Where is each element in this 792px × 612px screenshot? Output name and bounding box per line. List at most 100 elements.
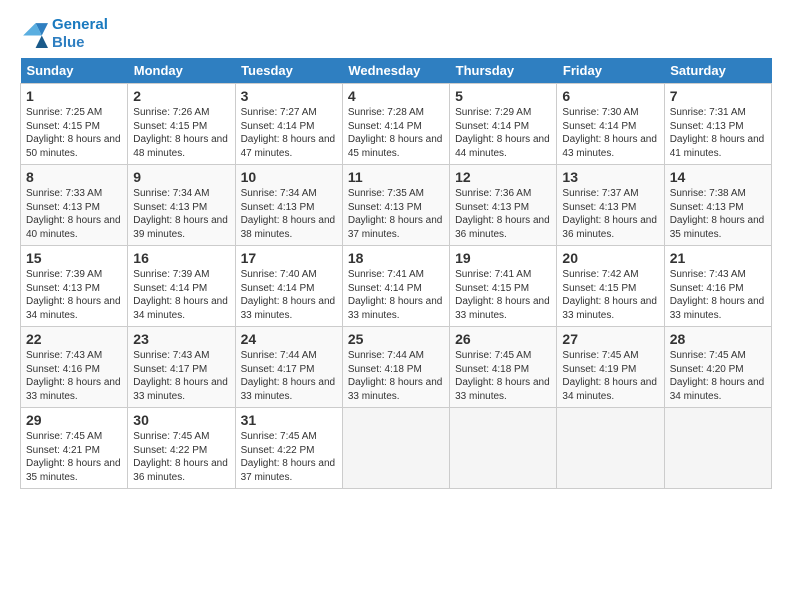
day-cell: 11 Sunrise: 7:35 AMSunset: 4:13 PMDaylig… (342, 165, 449, 246)
cell-content: Sunrise: 7:41 AMSunset: 4:15 PMDaylight:… (455, 269, 550, 321)
cell-content: Sunrise: 7:45 AMSunset: 4:22 PMDaylight:… (133, 431, 228, 483)
cell-content: Sunrise: 7:26 AMSunset: 4:15 PMDaylight:… (133, 107, 228, 159)
cell-content: Sunrise: 7:34 AMSunset: 4:13 PMDaylight:… (241, 188, 336, 240)
empty-cell (557, 408, 664, 489)
day-cell: 23 Sunrise: 7:43 AMSunset: 4:17 PMDaylig… (128, 327, 235, 408)
day-number: 6 (562, 88, 658, 104)
col-saturday: Saturday (664, 58, 771, 84)
cell-content: Sunrise: 7:27 AMSunset: 4:14 PMDaylight:… (241, 107, 336, 159)
day-cell: 10 Sunrise: 7:34 AMSunset: 4:13 PMDaylig… (235, 165, 342, 246)
day-number: 24 (241, 331, 337, 347)
day-cell: 16 Sunrise: 7:39 AMSunset: 4:14 PMDaylig… (128, 246, 235, 327)
day-cell: 21 Sunrise: 7:43 AMSunset: 4:16 PMDaylig… (664, 246, 771, 327)
day-cell: 19 Sunrise: 7:41 AMSunset: 4:15 PMDaylig… (450, 246, 557, 327)
cell-content: Sunrise: 7:30 AMSunset: 4:14 PMDaylight:… (562, 107, 657, 159)
calendar-table: Sunday Monday Tuesday Wednesday Thursday… (20, 58, 772, 489)
cell-content: Sunrise: 7:45 AMSunset: 4:22 PMDaylight:… (241, 431, 336, 483)
day-number: 25 (348, 331, 444, 347)
day-number: 10 (241, 169, 337, 185)
day-cell: 25 Sunrise: 7:44 AMSunset: 4:18 PMDaylig… (342, 327, 449, 408)
cell-content: Sunrise: 7:38 AMSunset: 4:13 PMDaylight:… (670, 188, 765, 240)
cell-content: Sunrise: 7:31 AMSunset: 4:13 PMDaylight:… (670, 107, 765, 159)
day-number: 4 (348, 88, 444, 104)
day-cell: 7 Sunrise: 7:31 AMSunset: 4:13 PMDayligh… (664, 84, 771, 165)
cell-content: Sunrise: 7:45 AMSunset: 4:19 PMDaylight:… (562, 350, 657, 402)
day-cell: 26 Sunrise: 7:45 AMSunset: 4:18 PMDaylig… (450, 327, 557, 408)
day-number: 31 (241, 412, 337, 428)
day-number: 9 (133, 169, 229, 185)
cell-content: Sunrise: 7:45 AMSunset: 4:18 PMDaylight:… (455, 350, 550, 402)
day-cell: 20 Sunrise: 7:42 AMSunset: 4:15 PMDaylig… (557, 246, 664, 327)
cell-content: Sunrise: 7:33 AMSunset: 4:13 PMDaylight:… (26, 188, 121, 240)
week-row: 1 Sunrise: 7:25 AMSunset: 4:15 PMDayligh… (21, 84, 772, 165)
empty-cell (664, 408, 771, 489)
empty-cell (450, 408, 557, 489)
cell-content: Sunrise: 7:43 AMSunset: 4:17 PMDaylight:… (133, 350, 228, 402)
day-number: 19 (455, 250, 551, 266)
day-number: 16 (133, 250, 229, 266)
week-row: 8 Sunrise: 7:33 AMSunset: 4:13 PMDayligh… (21, 165, 772, 246)
day-number: 21 (670, 250, 766, 266)
cell-content: Sunrise: 7:39 AMSunset: 4:14 PMDaylight:… (133, 269, 228, 321)
day-number: 15 (26, 250, 122, 266)
cell-content: Sunrise: 7:34 AMSunset: 4:13 PMDaylight:… (133, 188, 228, 240)
logo-icon (20, 20, 48, 48)
empty-cell (342, 408, 449, 489)
cell-content: Sunrise: 7:45 AMSunset: 4:20 PMDaylight:… (670, 350, 765, 402)
day-cell: 24 Sunrise: 7:44 AMSunset: 4:17 PMDaylig… (235, 327, 342, 408)
cell-content: Sunrise: 7:43 AMSunset: 4:16 PMDaylight:… (670, 269, 765, 321)
col-friday: Friday (557, 58, 664, 84)
day-number: 5 (455, 88, 551, 104)
cell-content: Sunrise: 7:28 AMSunset: 4:14 PMDaylight:… (348, 107, 443, 159)
day-number: 13 (562, 169, 658, 185)
day-number: 28 (670, 331, 766, 347)
day-cell: 8 Sunrise: 7:33 AMSunset: 4:13 PMDayligh… (21, 165, 128, 246)
logo: General Blue (20, 16, 108, 52)
day-number: 14 (670, 169, 766, 185)
day-number: 18 (348, 250, 444, 266)
cell-content: Sunrise: 7:42 AMSunset: 4:15 PMDaylight:… (562, 269, 657, 321)
day-number: 29 (26, 412, 122, 428)
cell-content: Sunrise: 7:45 AMSunset: 4:21 PMDaylight:… (26, 431, 121, 483)
day-number: 1 (26, 88, 122, 104)
page: General Blue Sunday Monday Tuesday Wedne… (0, 0, 792, 499)
day-number: 11 (348, 169, 444, 185)
logo-text: General Blue (52, 16, 108, 52)
cell-content: Sunrise: 7:44 AMSunset: 4:17 PMDaylight:… (241, 350, 336, 402)
day-number: 8 (26, 169, 122, 185)
day-cell: 14 Sunrise: 7:38 AMSunset: 4:13 PMDaylig… (664, 165, 771, 246)
cell-content: Sunrise: 7:44 AMSunset: 4:18 PMDaylight:… (348, 350, 443, 402)
cell-content: Sunrise: 7:25 AMSunset: 4:15 PMDaylight:… (26, 107, 121, 159)
week-row: 29 Sunrise: 7:45 AMSunset: 4:21 PMDaylig… (21, 408, 772, 489)
day-number: 3 (241, 88, 337, 104)
day-number: 20 (562, 250, 658, 266)
day-cell: 15 Sunrise: 7:39 AMSunset: 4:13 PMDaylig… (21, 246, 128, 327)
cell-content: Sunrise: 7:40 AMSunset: 4:14 PMDaylight:… (241, 269, 336, 321)
day-cell: 3 Sunrise: 7:27 AMSunset: 4:14 PMDayligh… (235, 84, 342, 165)
header-row: Sunday Monday Tuesday Wednesday Thursday… (21, 58, 772, 84)
col-thursday: Thursday (450, 58, 557, 84)
day-cell: 31 Sunrise: 7:45 AMSunset: 4:22 PMDaylig… (235, 408, 342, 489)
day-cell: 2 Sunrise: 7:26 AMSunset: 4:15 PMDayligh… (128, 84, 235, 165)
day-cell: 13 Sunrise: 7:37 AMSunset: 4:13 PMDaylig… (557, 165, 664, 246)
logo-blue: Blue (52, 34, 85, 51)
day-cell: 29 Sunrise: 7:45 AMSunset: 4:21 PMDaylig… (21, 408, 128, 489)
day-cell: 5 Sunrise: 7:29 AMSunset: 4:14 PMDayligh… (450, 84, 557, 165)
cell-content: Sunrise: 7:35 AMSunset: 4:13 PMDaylight:… (348, 188, 443, 240)
header: General Blue (20, 16, 772, 52)
col-sunday: Sunday (21, 58, 128, 84)
col-monday: Monday (128, 58, 235, 84)
day-cell: 6 Sunrise: 7:30 AMSunset: 4:14 PMDayligh… (557, 84, 664, 165)
logo-general: General (52, 16, 108, 33)
cell-content: Sunrise: 7:29 AMSunset: 4:14 PMDaylight:… (455, 107, 550, 159)
cell-content: Sunrise: 7:39 AMSunset: 4:13 PMDaylight:… (26, 269, 121, 321)
day-cell: 17 Sunrise: 7:40 AMSunset: 4:14 PMDaylig… (235, 246, 342, 327)
cell-content: Sunrise: 7:36 AMSunset: 4:13 PMDaylight:… (455, 188, 550, 240)
week-row: 22 Sunrise: 7:43 AMSunset: 4:16 PMDaylig… (21, 327, 772, 408)
day-number: 26 (455, 331, 551, 347)
day-number: 2 (133, 88, 229, 104)
day-number: 27 (562, 331, 658, 347)
day-cell: 18 Sunrise: 7:41 AMSunset: 4:14 PMDaylig… (342, 246, 449, 327)
day-cell: 1 Sunrise: 7:25 AMSunset: 4:15 PMDayligh… (21, 84, 128, 165)
day-number: 7 (670, 88, 766, 104)
